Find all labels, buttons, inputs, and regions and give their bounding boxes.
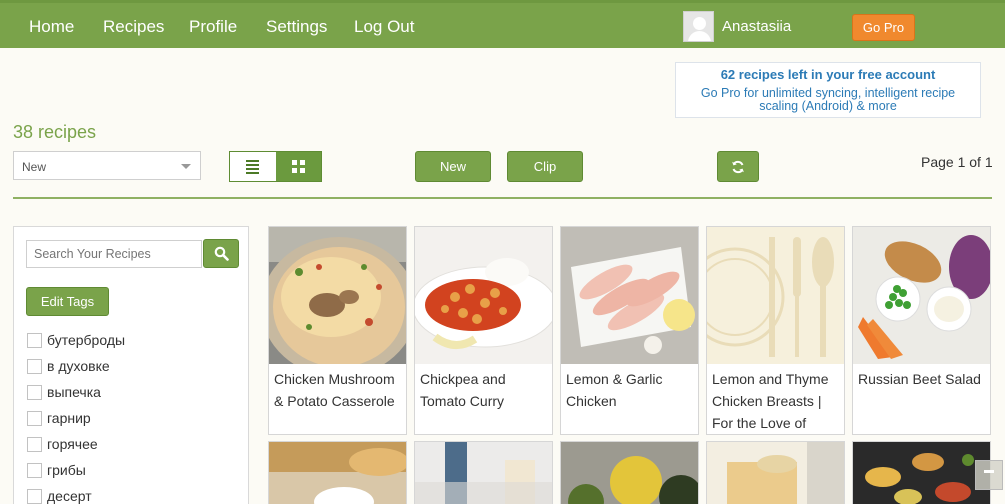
recipe-count: 38 recipes bbox=[13, 122, 97, 142]
search-icon bbox=[214, 246, 229, 261]
tag-checkbox[interactable] bbox=[27, 462, 42, 478]
username[interactable]: Anastasiia bbox=[722, 18, 791, 35]
tag-checkbox[interactable] bbox=[27, 436, 42, 452]
recipe-image bbox=[853, 442, 990, 504]
recipe-card[interactable] bbox=[852, 441, 991, 504]
clip-button[interactable]: Clip bbox=[507, 151, 583, 182]
edit-tags-button[interactable]: Edit Tags bbox=[26, 287, 109, 316]
list-icon bbox=[246, 158, 260, 176]
recipe-image bbox=[269, 442, 406, 504]
recipe-card[interactable]: Russian Beet Salad bbox=[852, 226, 991, 435]
promo-title: 62 recipes left in your free account bbox=[720, 67, 936, 82]
tag-checkbox[interactable] bbox=[27, 332, 42, 348]
recipe-image bbox=[561, 442, 698, 504]
scroll-to-top-button[interactable] bbox=[975, 460, 1003, 490]
nav-profile[interactable]: Profile bbox=[189, 17, 237, 37]
tag-label: десерт bbox=[47, 488, 92, 504]
tag-item[interactable]: в духовке bbox=[27, 353, 125, 379]
recipe-title: Lemon and Thyme Chicken Breasts | For th… bbox=[712, 371, 829, 431]
nav-recipes[interactable]: Recipes bbox=[103, 17, 164, 37]
tag-item[interactable]: гарнир bbox=[27, 405, 125, 431]
tag-label: бутерброды bbox=[47, 332, 126, 348]
search-button[interactable] bbox=[203, 239, 239, 268]
go-pro-button[interactable]: Go Pro bbox=[852, 14, 915, 41]
recipe-image bbox=[415, 442, 552, 504]
recipe-card[interactable] bbox=[706, 441, 845, 504]
top-navigation-bar: Home Recipes Profile Settings Log Out An… bbox=[0, 0, 1005, 48]
tag-item[interactable]: горячее bbox=[27, 431, 125, 457]
list-view-button[interactable] bbox=[230, 152, 276, 181]
promo-text[interactable]: Go Pro for unlimited syncing, intelligen… bbox=[690, 87, 966, 113]
divider bbox=[13, 197, 992, 199]
recipe-card[interactable] bbox=[268, 441, 407, 504]
page-info: Page 1 of 1 bbox=[921, 154, 993, 170]
recipe-image bbox=[707, 227, 844, 364]
tag-label: гарнир bbox=[47, 410, 91, 426]
view-toggle bbox=[229, 151, 322, 182]
new-recipe-button[interactable]: New bbox=[415, 151, 491, 182]
recipe-card[interactable]: Lemon & Garlic Chicken bbox=[560, 226, 699, 435]
recipe-card[interactable]: Chicken Mushroom & Potato Casserole bbox=[268, 226, 407, 435]
tag-checkbox[interactable] bbox=[27, 358, 42, 374]
sort-select[interactable]: New bbox=[13, 151, 201, 180]
tag-label: в духовке bbox=[47, 358, 110, 374]
promo-box[interactable]: 62 recipes left in your free account Go … bbox=[675, 62, 981, 118]
recipe-title: Russian Beet Salad bbox=[858, 371, 981, 387]
sort-value: New bbox=[22, 160, 47, 174]
nav-logout[interactable]: Log Out bbox=[354, 17, 415, 37]
recipe-title: Lemon & Garlic Chicken bbox=[566, 371, 663, 409]
recipe-card[interactable] bbox=[414, 441, 553, 504]
tag-checkbox[interactable] bbox=[27, 384, 42, 400]
recipe-card[interactable]: Lemon and Thyme Chicken Breasts | For th… bbox=[706, 226, 845, 435]
recipe-image bbox=[561, 227, 698, 364]
recipe-card[interactable] bbox=[560, 441, 699, 504]
tag-checkbox[interactable] bbox=[27, 410, 42, 426]
tag-item[interactable]: бутерброды bbox=[27, 327, 125, 353]
recipe-image bbox=[269, 227, 406, 364]
avatar[interactable] bbox=[683, 11, 714, 42]
recipe-image bbox=[707, 442, 844, 504]
recipe-title: Chickpea and Tomato Curry bbox=[420, 371, 506, 409]
tag-checkbox[interactable] bbox=[27, 488, 42, 504]
tag-item[interactable]: грибы bbox=[27, 457, 125, 483]
nav-home[interactable]: Home bbox=[29, 17, 74, 37]
grid-view-button[interactable] bbox=[275, 152, 321, 181]
tag-item[interactable]: десерт bbox=[27, 483, 125, 504]
recipe-image bbox=[415, 227, 552, 364]
sidebar: Edit Tags бутерброды в духовке выпечка г… bbox=[13, 226, 249, 504]
tag-label: горячее bbox=[47, 436, 98, 452]
recipe-card[interactable]: Chickpea and Tomato Curry bbox=[414, 226, 553, 435]
refresh-button[interactable] bbox=[717, 151, 759, 182]
tag-label: выпечка bbox=[47, 384, 101, 400]
nav-settings[interactable]: Settings bbox=[266, 17, 327, 37]
tag-label: грибы bbox=[47, 462, 86, 478]
tag-list: бутерброды в духовке выпечка гарнир горя… bbox=[27, 327, 125, 504]
search-input[interactable] bbox=[26, 240, 202, 268]
recipe-title: Chicken Mushroom & Potato Casserole bbox=[274, 371, 395, 409]
chevron-down-icon bbox=[181, 164, 191, 169]
tag-item[interactable]: выпечка bbox=[27, 379, 125, 405]
grid-icon bbox=[291, 160, 305, 173]
refresh-icon bbox=[732, 160, 744, 173]
recipe-image bbox=[853, 227, 990, 364]
